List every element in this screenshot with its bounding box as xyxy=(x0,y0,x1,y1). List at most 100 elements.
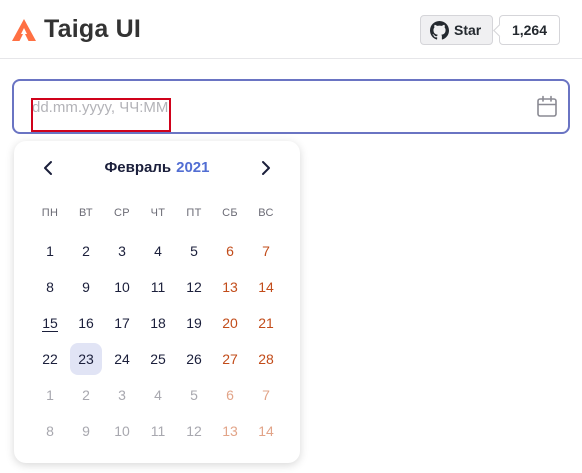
calendar-day-number: 16 xyxy=(78,315,94,331)
calendar-day[interactable]: 9 xyxy=(68,269,104,305)
calendar-day[interactable]: 13 xyxy=(212,413,248,449)
calendar-day[interactable]: 11 xyxy=(140,413,176,449)
calendar-day-number: 8 xyxy=(46,423,54,439)
calendar-day-number: 9 xyxy=(82,423,90,439)
calendar-day[interactable]: 4 xyxy=(140,233,176,269)
calendar-day-number: 4 xyxy=(154,387,162,403)
weekday-label: ПН xyxy=(41,207,59,219)
calendar-day[interactable]: 25 xyxy=(140,341,176,377)
calendar-day[interactable]: 8 xyxy=(32,269,68,305)
month-label[interactable]: Февраль xyxy=(105,159,172,176)
calendar-day-number: 3 xyxy=(118,387,126,403)
calendar-day[interactable]: 2 xyxy=(68,233,104,269)
calendar-day[interactable]: 3 xyxy=(104,233,140,269)
calendar-day[interactable]: 21 xyxy=(248,305,284,341)
calendar-day[interactable]: 7 xyxy=(248,377,284,413)
calendar-day-number: 1 xyxy=(46,243,54,259)
calendar-day-number: 4 xyxy=(154,243,162,259)
calendar-day[interactable]: 13 xyxy=(212,269,248,305)
calendar-day-number: 15 xyxy=(42,314,58,332)
chevron-right-icon xyxy=(262,161,270,175)
calendar-day[interactable]: 26 xyxy=(176,341,212,377)
weekday-label: ПТ xyxy=(186,207,202,219)
calendar-day-number: 27 xyxy=(222,351,238,367)
calendar-day-number: 13 xyxy=(222,279,238,295)
calendar-day[interactable]: 17 xyxy=(104,305,140,341)
calendar-day-number: 6 xyxy=(226,243,234,259)
calendar-icon[interactable] xyxy=(536,95,558,119)
calendar-day-number: 19 xyxy=(186,315,202,331)
calendar-day-number: 9 xyxy=(82,279,90,295)
calendar-day-number: 1 xyxy=(46,387,54,403)
calendar-day[interactable]: 16 xyxy=(68,305,104,341)
weekday-label: СР xyxy=(114,207,130,219)
calendar-day[interactable]: 12 xyxy=(176,413,212,449)
calendar-day[interactable]: 18 xyxy=(140,305,176,341)
calendar-day-number: 7 xyxy=(262,243,270,259)
calendar-day[interactable]: 22 xyxy=(32,341,68,377)
weekday-label: СБ xyxy=(222,207,238,219)
calendar-day-number: 24 xyxy=(114,351,130,367)
next-month-button[interactable] xyxy=(256,158,276,178)
calendar-day[interactable]: 14 xyxy=(248,413,284,449)
calendar-day-number: 23 xyxy=(78,351,94,367)
calendar-day[interactable]: 4 xyxy=(140,377,176,413)
calendar-day-number: 2 xyxy=(82,243,90,259)
weekday-label: ВТ xyxy=(79,207,93,219)
datetime-input-container[interactable] xyxy=(12,79,570,134)
calendar-day-number: 2 xyxy=(82,387,90,403)
calendar-day[interactable]: 19 xyxy=(176,305,212,341)
calendar-day[interactable]: 1 xyxy=(32,377,68,413)
calendar-day-today[interactable]: 15 xyxy=(32,305,68,341)
year-label[interactable]: 2021 xyxy=(176,159,209,176)
calendar-days-grid: 1 2 3 4 5 6 7 8 9 10 11 12 13 14 15 16 17 18 19 20 21 22 23 24 2… xyxy=(32,233,284,449)
calendar-day[interactable]: 9 xyxy=(68,413,104,449)
weekday-header: ПН ВТ СР ЧТ ПТ СБ ВС xyxy=(32,207,284,219)
brand-title[interactable]: Taiga UI xyxy=(44,15,141,44)
calendar-day[interactable]: 6 xyxy=(212,233,248,269)
weekday-label: ВС xyxy=(258,207,274,219)
calendar-day[interactable]: 28 xyxy=(248,341,284,377)
calendar-day-number: 14 xyxy=(258,279,274,295)
github-star-button[interactable]: Star xyxy=(420,15,493,45)
calendar-day[interactable]: 8 xyxy=(32,413,68,449)
calendar-day-number: 10 xyxy=(114,279,130,295)
calendar-day-number: 28 xyxy=(258,351,274,367)
taiga-logo-icon[interactable] xyxy=(12,19,36,41)
calendar-day-number: 8 xyxy=(46,279,54,295)
github-star-count[interactable]: 1,264 xyxy=(499,15,560,45)
calendar-day[interactable]: 10 xyxy=(104,413,140,449)
weekday-label: ЧТ xyxy=(150,207,166,219)
calendar-day[interactable]: 12 xyxy=(176,269,212,305)
calendar-day[interactable]: 1 xyxy=(32,233,68,269)
datetime-input[interactable] xyxy=(32,96,492,118)
github-icon xyxy=(430,20,449,40)
calendar-day[interactable]: 27 xyxy=(212,341,248,377)
calendar-day-number: 21 xyxy=(258,315,274,331)
calendar-day[interactable]: 11 xyxy=(140,269,176,305)
calendar-day-number: 17 xyxy=(114,315,130,331)
app-header: Taiga UI Star 1,264 xyxy=(0,0,582,59)
calendar-dropdown: Февраль 2021 ПН ВТ СР ЧТ ПТ СБ ВС 1234567… xyxy=(14,141,300,463)
calendar-day[interactable]: 2 xyxy=(68,377,104,413)
calendar-day-number: 20 xyxy=(222,315,238,331)
calendar-day[interactable]: 24 xyxy=(104,341,140,377)
calendar-day[interactable]: 20 xyxy=(212,305,248,341)
calendar-day[interactable]: 6 xyxy=(212,377,248,413)
calendar-day-number: 11 xyxy=(150,279,166,295)
calendar-day[interactable]: 5 xyxy=(176,377,212,413)
calendar-day-number: 3 xyxy=(118,243,126,259)
calendar-day-number: 7 xyxy=(262,387,270,403)
calendar-day[interactable]: 3 xyxy=(104,377,140,413)
calendar-day[interactable]: 5 xyxy=(176,233,212,269)
calendar-day-number: 5 xyxy=(190,387,198,403)
calendar-day-number: 5 xyxy=(190,243,198,259)
calendar-day-number: 6 xyxy=(226,387,234,403)
calendar-day[interactable]: 10 xyxy=(104,269,140,305)
calendar-day[interactable]: 7 xyxy=(248,233,284,269)
calendar-day-selected[interactable]: 23 xyxy=(70,343,102,375)
calendar-day-number: 14 xyxy=(258,423,274,439)
calendar-day-number: 22 xyxy=(42,351,58,367)
calendar-day-number: 18 xyxy=(150,315,166,331)
calendar-day[interactable]: 14 xyxy=(248,269,284,305)
